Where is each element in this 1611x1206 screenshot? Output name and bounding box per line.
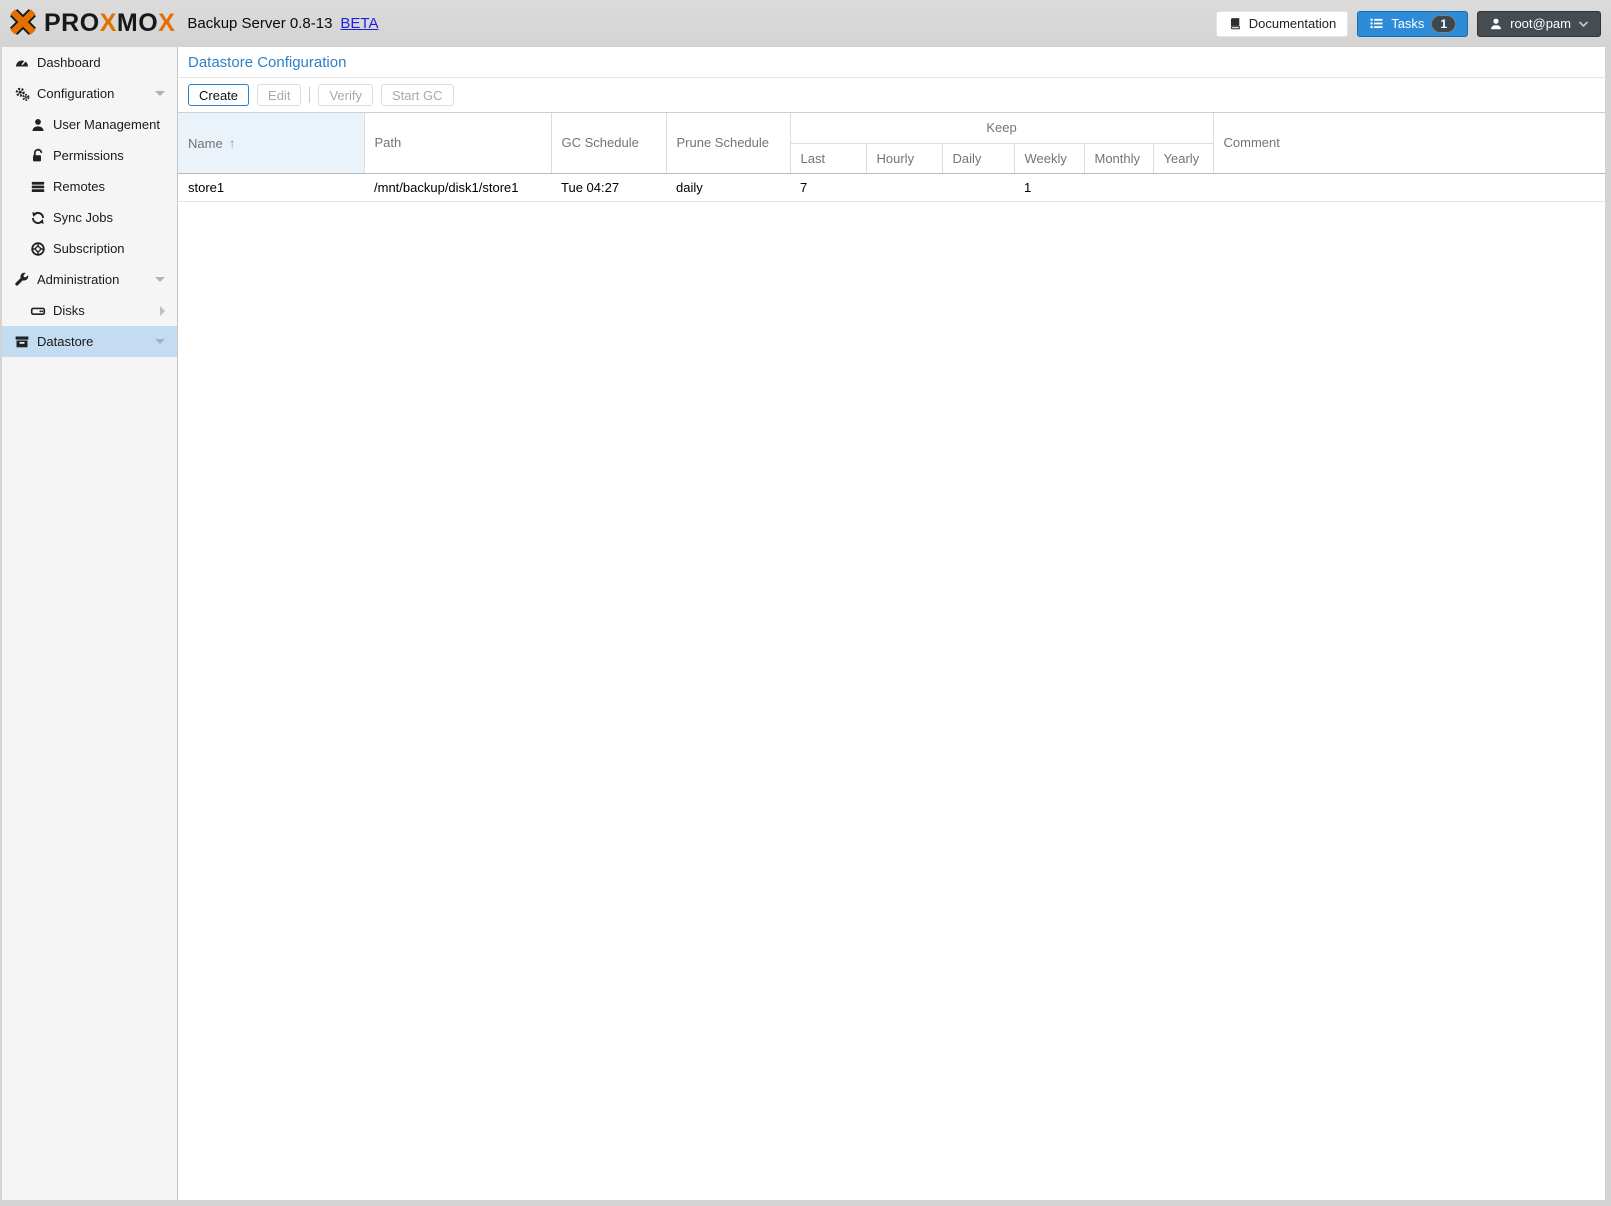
sidebar-item-label: Sync Jobs [53, 210, 113, 225]
datastore-toolbar: Create Edit Verify Start GC [178, 78, 1605, 113]
support-ring-icon [30, 241, 46, 257]
documentation-button[interactable]: Documentation [1216, 11, 1348, 37]
sidebar-item-subscription[interactable]: Subscription [2, 233, 177, 264]
sidebar-item-sync-jobs[interactable]: Sync Jobs [2, 202, 177, 233]
column-header-name[interactable]: Name↑ [178, 113, 364, 173]
column-header-keep-last[interactable]: Last [790, 143, 866, 173]
sidebar-item-disks[interactable]: Disks [2, 295, 177, 326]
cell-gc-schedule: Tue 04:27 [551, 173, 666, 201]
book-icon [1228, 16, 1242, 31]
user-icon [1489, 17, 1503, 31]
sidebar-item-label: Administration [37, 272, 119, 287]
edit-button[interactable]: Edit [257, 84, 301, 106]
disks-expand-icon[interactable] [160, 306, 165, 316]
brand-wordmark: PROXMOX [44, 9, 175, 38]
column-header-keep-daily[interactable]: Daily [942, 143, 1014, 173]
column-header-comment[interactable]: Comment [1213, 113, 1605, 173]
cell-keep-monthly [1084, 173, 1153, 201]
sidebar-item-administration[interactable]: Administration [2, 264, 177, 295]
top-header-bar: PROXMOX Backup Server 0.8-13 BETA Docume… [0, 0, 1611, 47]
start-gc-button[interactable]: Start GC [381, 84, 454, 106]
page-title: Datastore Configuration [178, 47, 1605, 78]
sidebar-item-configuration[interactable]: Configuration [2, 78, 177, 109]
sidebar-item-label: User Management [53, 117, 160, 132]
sidebar-item-user-management[interactable]: User Management [2, 109, 177, 140]
cell-name: store1 [178, 173, 364, 201]
sidebar-item-label: Permissions [53, 148, 124, 163]
user-menu-button[interactable]: root@pam [1477, 11, 1601, 37]
sidebar-item-dashboard[interactable]: Dashboard [2, 47, 177, 78]
column-header-keep-monthly[interactable]: Monthly [1084, 143, 1153, 173]
content-panel: Datastore Configuration Create Edit Veri… [178, 47, 1605, 1200]
toolbar-separator [309, 87, 310, 103]
sidebar-item-label: Disks [53, 303, 85, 318]
cell-keep-daily [942, 173, 1014, 201]
sidebar-item-label: Datastore [37, 334, 93, 349]
beta-link[interactable]: BETA [340, 15, 378, 32]
proxmox-x-logo-icon [8, 7, 38, 40]
cell-comment [1213, 173, 1605, 201]
unlock-icon [30, 148, 46, 164]
user-icon [30, 117, 46, 133]
create-button[interactable]: Create [188, 84, 249, 106]
sidebar-item-datastore[interactable]: Datastore [2, 326, 177, 357]
task-list-icon [1369, 16, 1384, 31]
cell-path: /mnt/backup/disk1/store1 [364, 173, 551, 201]
navigation-sidebar: Dashboard Configuration User [2, 47, 178, 1200]
cell-keep-weekly: 1 [1014, 173, 1084, 201]
tasks-button[interactable]: Tasks 1 [1357, 11, 1468, 37]
sidebar-item-permissions[interactable]: Permissions [2, 140, 177, 171]
datastore-collapse-icon[interactable] [155, 339, 165, 344]
column-header-keep-hourly[interactable]: Hourly [866, 143, 942, 173]
verify-button[interactable]: Verify [318, 84, 373, 106]
datastore-table: Name↑ Path GC Schedule Prune Schedule Ke… [178, 113, 1605, 202]
cell-prune-schedule: daily [666, 173, 790, 201]
sort-ascending-icon: ↑ [229, 135, 236, 151]
server-icon [30, 179, 46, 195]
column-header-gc-schedule[interactable]: GC Schedule [551, 113, 666, 173]
dashboard-icon [14, 55, 30, 71]
hard-disk-icon [30, 303, 46, 319]
gears-icon [14, 86, 30, 102]
sidebar-item-label: Subscription [53, 241, 125, 256]
sidebar-item-label: Configuration [37, 86, 114, 101]
sidebar-item-remotes[interactable]: Remotes [2, 171, 177, 202]
sidebar-item-label: Dashboard [37, 55, 101, 70]
cell-keep-last: 7 [790, 173, 866, 201]
cell-keep-hourly [866, 173, 942, 201]
sidebar-item-label: Remotes [53, 179, 105, 194]
product-version-label: Backup Server 0.8-13 [187, 15, 332, 32]
archive-box-icon [14, 334, 30, 350]
proxmox-logo: PROXMOX [8, 7, 175, 40]
administration-collapse-icon[interactable] [155, 277, 165, 282]
column-header-path[interactable]: Path [364, 113, 551, 173]
tasks-count-badge: 1 [1431, 15, 1456, 33]
configuration-collapse-icon[interactable] [155, 91, 165, 96]
table-row[interactable]: store1 /mnt/backup/disk1/store1 Tue 04:2… [178, 173, 1605, 201]
column-header-keep-weekly[interactable]: Weekly [1014, 143, 1084, 173]
wrench-icon [14, 272, 30, 288]
chevron-down-icon [1578, 20, 1589, 28]
column-header-keep-yearly[interactable]: Yearly [1153, 143, 1213, 173]
column-group-keep: Keep [790, 113, 1213, 143]
sync-icon [30, 210, 46, 226]
column-header-prune-schedule[interactable]: Prune Schedule [666, 113, 790, 173]
cell-keep-yearly [1153, 173, 1213, 201]
